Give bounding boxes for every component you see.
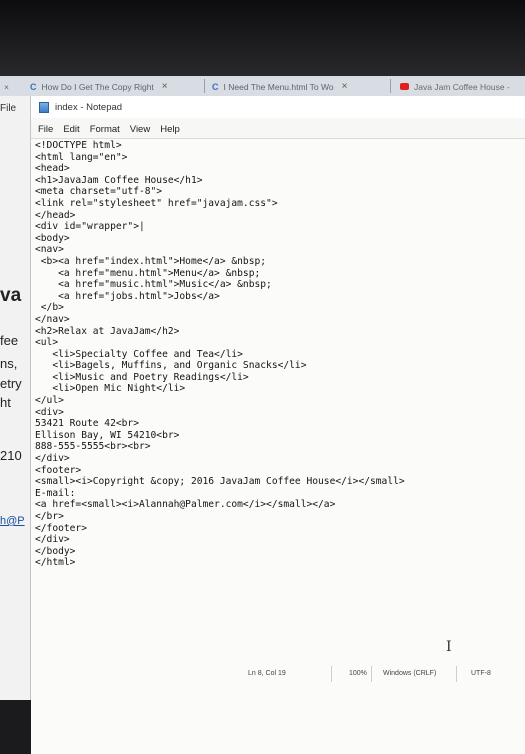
background-file-label: File [0,103,17,114]
video-icon [400,83,409,90]
code-line: <nav> [35,244,64,256]
code-line: <div id="wrapper">| [35,221,145,233]
menu-help[interactable]: Help [160,124,180,135]
notepad-icon [39,101,49,113]
window-title: index - Notepad [55,101,123,113]
browser-tab-copyright[interactable]: C How Do I Get The Copy Right × [30,78,200,95]
code-line: 888-555-5555<br><br> [35,441,151,453]
code-line: <a href="music.html">Music</a> &nbsp; [35,279,272,291]
code-line: Ellison Bay, WI 54210<br> [35,429,180,441]
code-line: </footer> [35,522,87,534]
background-text: ns, [0,356,18,371]
code-line: <b><a href="index.html">Home</a> &nbsp; [35,255,267,267]
notepad-window: index - Notepad File Edit Format View He… [30,96,525,754]
zoom-level: 100% [349,670,367,677]
code-line: E-mail: [35,487,76,499]
code-line: <ul> [35,337,59,349]
background-text: etry [0,376,22,391]
menu-file[interactable]: File [38,124,53,135]
menu-format[interactable]: Format [90,124,120,135]
code-line: </b> [35,302,64,314]
code-line: <li>Open Mic Night</li> [35,383,186,395]
code-line: <a href=<small><i>Alannah@Palmer.com</i>… [35,499,336,511]
code-line: <!DOCTYPE html> [35,140,122,151]
browser-tab-label: I Need The Menu.html To Wo [223,81,334,92]
background-text: ht [0,395,11,410]
status-bar: Ln 8, Col 19 100% Windows (CRLF) UTF-8 [31,666,525,682]
code-line: </head> [35,209,76,221]
menu-bar: File Edit Format View Help [31,121,525,137]
code-line: <link rel="stylesheet" href="javajam.css… [35,197,278,209]
browser-tab-label: Java Jam Coffee House - [414,81,510,92]
browser-tab-javajam[interactable]: Java Jam Coffee House - [400,78,525,95]
code-line: <head> [35,163,70,175]
background-link[interactable]: h@P [0,515,25,527]
menu-edit[interactable]: Edit [63,124,79,135]
cursor-position: Ln 8, Col 19 [248,670,286,677]
code-line: <div> [35,406,64,418]
photo-bezel [0,0,525,78]
browser-tab-strip: × C How Do I Get The Copy Right × C I Ne… [0,76,525,97]
code-line: <h2>Relax at JavaJam</h2> [35,325,180,337]
menu-view[interactable]: View [130,124,150,135]
line-ending: Windows (CRLF) [383,670,437,677]
code-line: </br> [35,511,64,522]
background-text: 210 [0,448,22,463]
tab-close-left[interactable]: × [4,78,16,95]
close-icon[interactable]: × [342,81,348,92]
notepad-title-bar: index - Notepad [31,96,525,118]
code-line: <a href="jobs.html">Jobs</a> [35,290,220,302]
encoding: UTF-8 [471,670,491,677]
code-line: 53421 Route 42<br> [35,418,139,430]
code-line: <footer> [35,464,82,476]
code-line: <body> [35,232,70,244]
browser-tab-menu[interactable]: C I Need The Menu.html To Wo × [212,78,392,95]
browser-tab-label: How Do I Get The Copy Right [41,81,154,92]
code-line: <small><i>Copyright &copy; 2016 JavaJam … [35,476,405,488]
chegg-icon: C [30,81,37,92]
code-line: <li>Specialty Coffee and Tea</li> [35,348,243,360]
code-line: <meta charset="utf-8"> [35,186,163,198]
close-icon[interactable]: × [162,81,168,92]
code-line: </nav> [35,313,70,325]
code-line: </div> [35,534,70,546]
text-cursor-icon: I [446,639,452,655]
code-line: </div> [35,453,70,465]
code-line: </html> [35,557,76,569]
code-line: </body> [35,545,76,557]
code-line: <html lang="en"> [35,151,128,163]
background-text: fee [0,333,19,348]
code-line: <h1>JavaJam Coffee House</h1> [35,174,203,186]
chegg-icon: C [212,81,219,92]
code-line: <li>Music and Poetry Readings</li> [35,371,249,383]
code-line: <li>Bagels, Muffins, and Organic Snacks<… [35,360,307,372]
text-editor[interactable]: <!DOCTYPE html> <html lang="en"> <head> <h1… [31,138,525,754]
code-line: <a href="menu.html">Menu</a> &nbsp; [35,267,261,279]
editor-content[interactable]: <!DOCTYPE html> <html lang="en"> <head> <h1… [35,140,405,569]
background-text: va [0,285,22,306]
code-line: </ul> [35,395,64,407]
